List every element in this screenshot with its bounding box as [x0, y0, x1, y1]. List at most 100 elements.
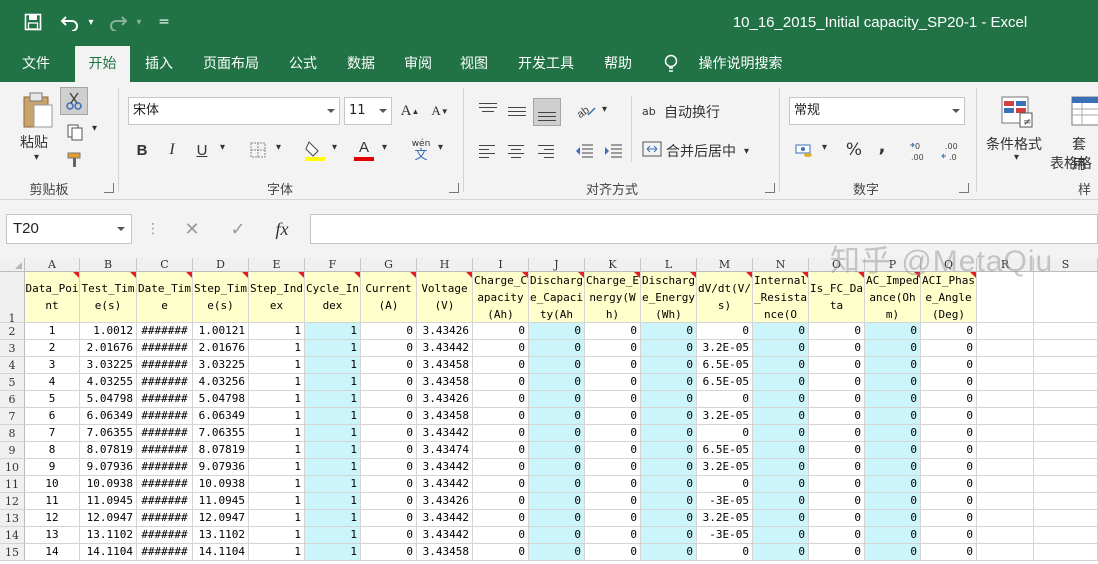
table-cell[interactable]: 0 — [641, 408, 697, 425]
table-cell[interactable]: 3.2E-05 — [697, 459, 753, 476]
table-cell[interactable]: 1 — [305, 340, 361, 357]
table-cell[interactable]: 0 — [809, 459, 865, 476]
table-cell[interactable]: 0 — [641, 323, 697, 340]
name-box[interactable]: T20 — [6, 214, 132, 244]
empty-cell[interactable] — [977, 340, 1034, 357]
table-cell[interactable]: 0 — [753, 425, 809, 442]
table-cell[interactable]: 0 — [809, 323, 865, 340]
table-cell[interactable]: 2.01676 — [193, 340, 249, 357]
formula-bar-grip-icon[interactable]: ⋮ — [146, 214, 160, 244]
table-cell[interactable]: ####### — [137, 459, 193, 476]
percent-style-button[interactable]: % — [842, 138, 866, 162]
table-cell[interactable]: 1 — [249, 476, 305, 493]
format-as-table-icon[interactable] — [1068, 94, 1098, 130]
empty-cell[interactable] — [977, 323, 1034, 340]
table-cell[interactable]: 3.43474 — [417, 442, 473, 459]
table-cell[interactable]: 0 — [865, 476, 921, 493]
column-header-k[interactable]: K — [585, 258, 641, 272]
table-cell[interactable]: 12.0947 — [80, 510, 137, 527]
table-cell[interactable]: 0 — [473, 527, 529, 544]
table-cell[interactable]: 0 — [753, 340, 809, 357]
tab-review[interactable]: 审阅 — [393, 46, 443, 82]
empty-cell[interactable] — [977, 544, 1034, 561]
tab-home[interactable]: 开始 — [75, 46, 130, 82]
table-cell[interactable]: 0 — [473, 391, 529, 408]
table-cell[interactable]: 0 — [585, 527, 641, 544]
table-cell[interactable]: 0 — [585, 408, 641, 425]
table-cell[interactable]: 3.2E-05 — [697, 408, 753, 425]
table-cell[interactable]: 0 — [753, 357, 809, 374]
phonetic-guide-button[interactable]: wén 文 — [410, 136, 432, 164]
table-cell[interactable]: 0 — [697, 425, 753, 442]
table-cell[interactable]: 5.04798 — [80, 391, 137, 408]
header-cell[interactable]: Discharge_Capacity(Ah — [529, 272, 585, 323]
table-cell[interactable]: 0 — [585, 323, 641, 340]
table-cell[interactable]: 0 — [921, 408, 977, 425]
row-header[interactable]: 13 — [0, 510, 25, 527]
table-cell[interactable]: 3.2E-05 — [697, 510, 753, 527]
table-cell[interactable]: ####### — [137, 442, 193, 459]
comma-style-button[interactable]: , — [872, 134, 892, 158]
phonetic-dropdown-icon[interactable]: ▾ — [438, 142, 443, 153]
row-header[interactable]: 12 — [0, 493, 25, 510]
table-cell[interactable]: 0 — [473, 459, 529, 476]
table-cell[interactable]: 3.03225 — [80, 357, 137, 374]
row-header[interactable]: 8 — [0, 425, 25, 442]
table-cell[interactable]: 1 — [249, 510, 305, 527]
table-cell[interactable]: 0 — [641, 459, 697, 476]
table-cell[interactable]: 2.01676 — [80, 340, 137, 357]
table-cell[interactable]: 0 — [865, 459, 921, 476]
conditional-formatting-icon[interactable]: ≠ — [998, 94, 1038, 130]
header-cell[interactable]: Test_Time(s) — [80, 272, 137, 323]
redo-dropdown-icon[interactable]: ▾ — [134, 10, 144, 34]
table-cell[interactable]: 0 — [529, 476, 585, 493]
table-cell[interactable]: 0 — [753, 527, 809, 544]
table-cell[interactable]: 0 — [753, 442, 809, 459]
column-header-c[interactable]: C — [137, 258, 193, 272]
row-header[interactable]: 11 — [0, 476, 25, 493]
align-middle-icon[interactable] — [505, 100, 529, 122]
row-header[interactable]: 15 — [0, 544, 25, 561]
table-cell[interactable]: 0 — [641, 357, 697, 374]
table-cell[interactable]: 1 — [249, 374, 305, 391]
table-cell[interactable]: 0 — [473, 425, 529, 442]
table-cell[interactable]: 0 — [809, 408, 865, 425]
table-cell[interactable]: 3.43442 — [417, 340, 473, 357]
table-cell[interactable]: 8.07819 — [80, 442, 137, 459]
table-cell[interactable]: 0 — [473, 340, 529, 357]
table-cell[interactable]: 0 — [585, 357, 641, 374]
borders-icon[interactable] — [246, 138, 270, 162]
column-header-g[interactable]: G — [361, 258, 417, 272]
table-cell[interactable]: 0 — [865, 493, 921, 510]
align-top-icon[interactable] — [476, 96, 500, 118]
wrap-text-button[interactable]: ab 自动换行 — [642, 102, 720, 122]
table-cell[interactable]: 10.0938 — [80, 476, 137, 493]
column-header-i[interactable]: I — [473, 258, 529, 272]
header-cell[interactable]: Charge_Energy(Wh) — [585, 272, 641, 323]
table-cell[interactable]: 1 — [249, 442, 305, 459]
empty-cell[interactable] — [1034, 476, 1098, 493]
table-cell[interactable]: ####### — [137, 425, 193, 442]
table-cell[interactable]: 0 — [921, 374, 977, 391]
table-cell[interactable]: 0 — [753, 544, 809, 561]
fill-color-dropdown-icon[interactable]: ▾ — [332, 142, 337, 153]
column-header-f[interactable]: F — [305, 258, 361, 272]
table-cell[interactable]: 0 — [361, 408, 417, 425]
table-cell[interactable]: 0 — [361, 544, 417, 561]
table-cell[interactable]: 0 — [585, 391, 641, 408]
table-cell[interactable]: 0 — [865, 425, 921, 442]
table-cell[interactable]: 0 — [809, 391, 865, 408]
row-header[interactable]: 6 — [0, 391, 25, 408]
row-header[interactable]: 10 — [0, 459, 25, 476]
table-cell[interactable]: 0 — [641, 391, 697, 408]
table-cell[interactable]: 8 — [25, 442, 80, 459]
header-cell[interactable]: Step_Index — [249, 272, 305, 323]
row-header[interactable]: 3 — [0, 340, 25, 357]
table-cell[interactable]: 0 — [473, 357, 529, 374]
header-cell[interactable]: dV/dt(V/s) — [697, 272, 753, 323]
table-cell[interactable]: 0 — [473, 493, 529, 510]
paste-icon[interactable] — [18, 90, 58, 130]
table-cell[interactable]: 1 — [305, 374, 361, 391]
table-cell[interactable]: 0 — [361, 510, 417, 527]
copy-dropdown-icon[interactable]: ▾ — [92, 123, 97, 134]
